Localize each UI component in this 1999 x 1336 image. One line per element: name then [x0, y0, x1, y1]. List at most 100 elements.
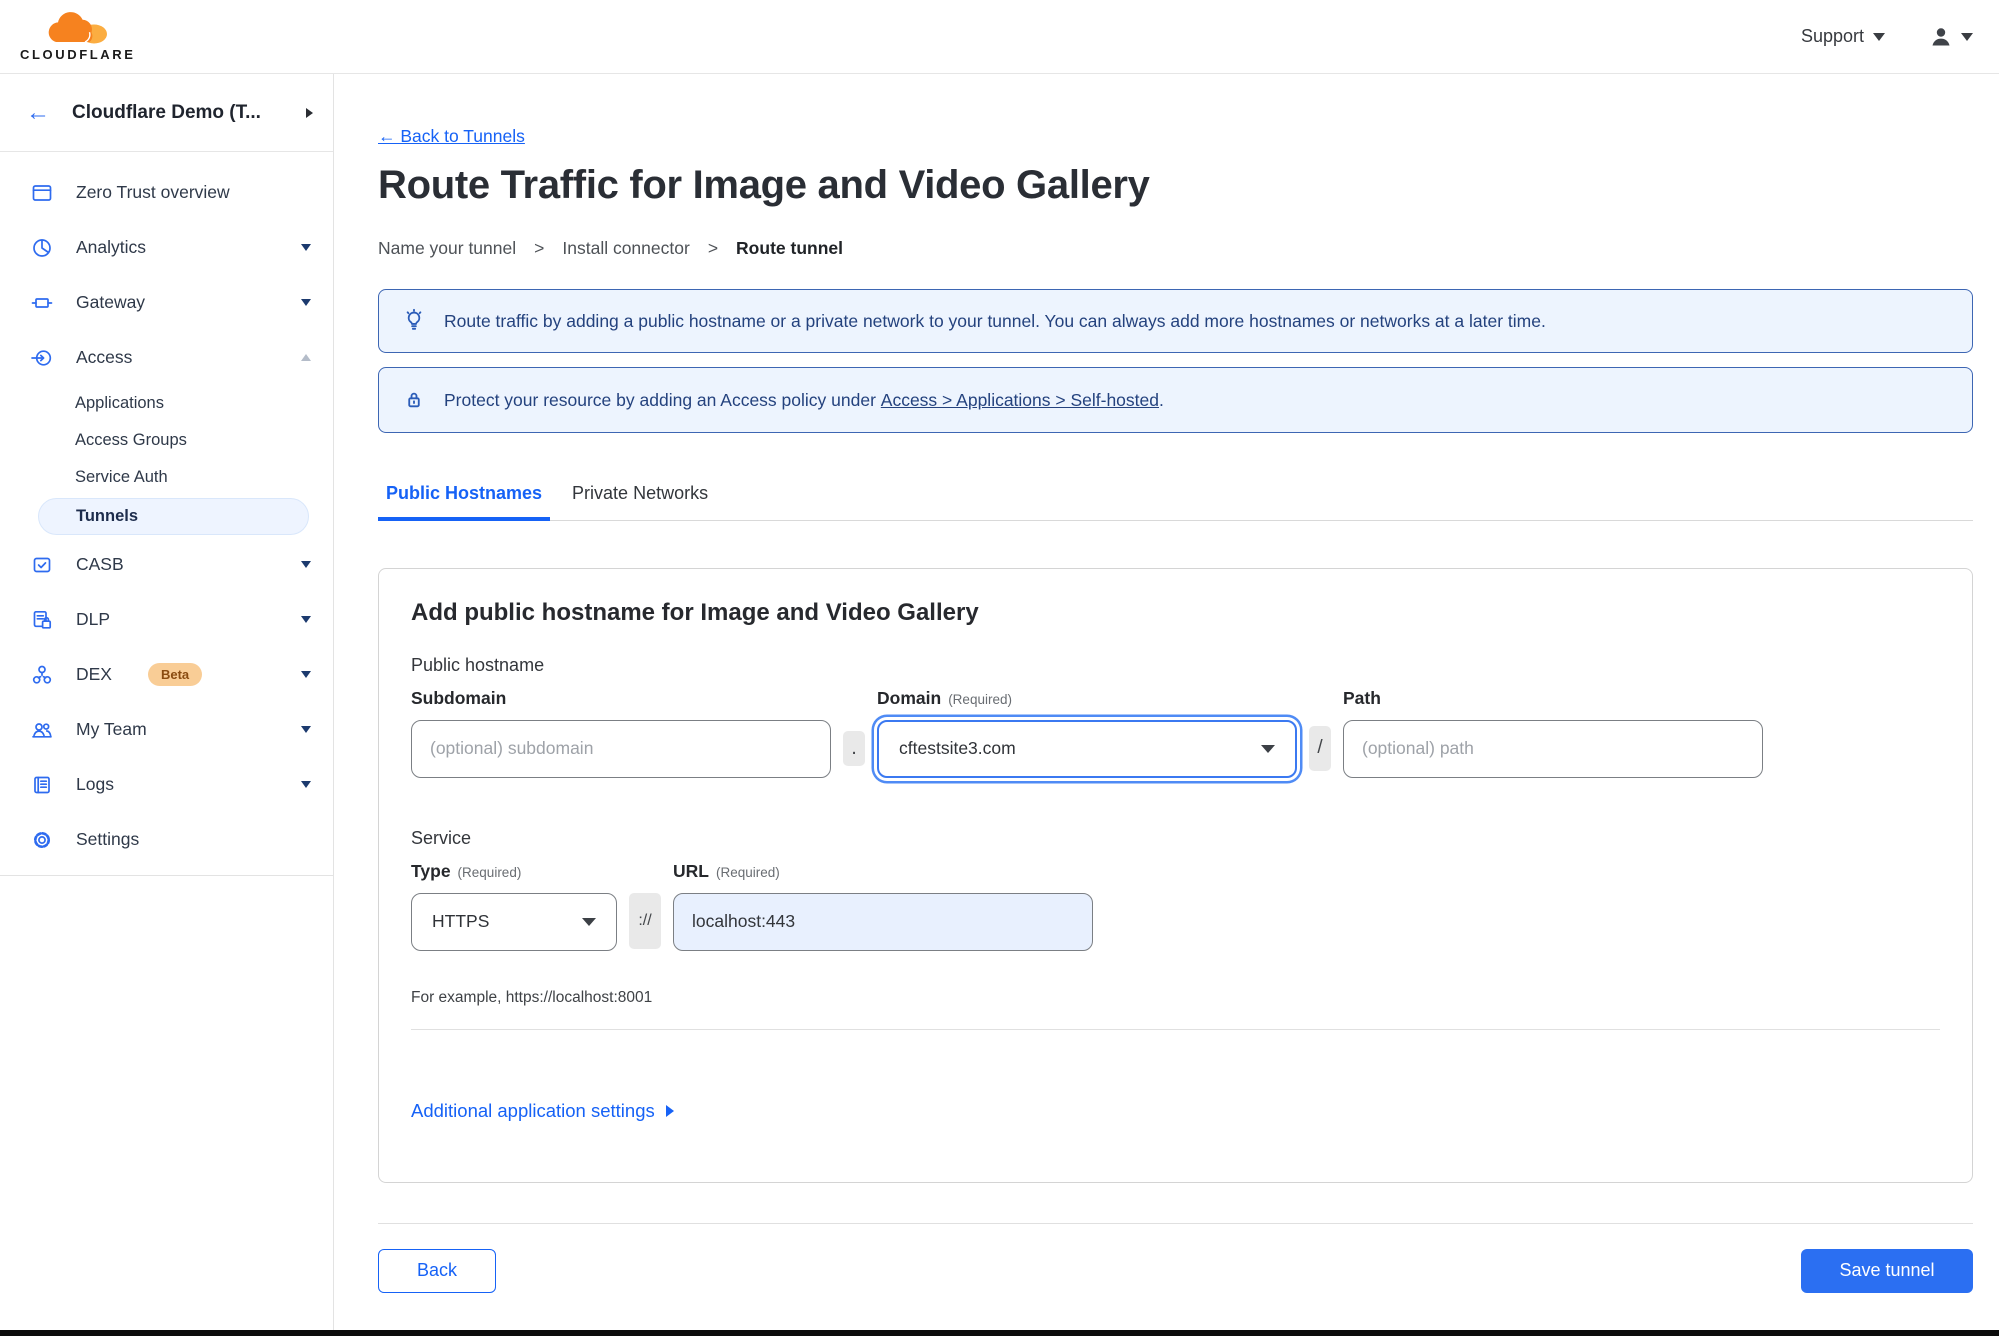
- path-input[interactable]: [1343, 719, 1763, 778]
- sidebar-subitem-service-auth[interactable]: Service Auth: [0, 459, 333, 496]
- footer-actions: Back Save tunnel: [378, 1248, 1973, 1293]
- footer-divider: [378, 1222, 1973, 1224]
- page-title: Route Traffic for Image and Video Galler…: [378, 163, 1150, 207]
- user-icon: [1932, 27, 1950, 45]
- sidebar-item-access[interactable]: Access: [0, 330, 333, 385]
- sidebar-subitem-label: Tunnels: [76, 507, 139, 525]
- sidebar-item-label: Gateway: [76, 292, 146, 312]
- back-to-tunnels-link[interactable]: ← Back to Tunnels: [378, 126, 525, 147]
- sidebar-item-label: Access: [76, 347, 133, 367]
- card-heading: Add public hostname for Image and Video …: [411, 598, 979, 626]
- gear-icon: [33, 831, 51, 848]
- user-menu[interactable]: [1929, 25, 1973, 49]
- type-field-group: Type (Required) HTTPS: [411, 861, 617, 951]
- chevron-down-icon: [1961, 32, 1973, 41]
- cloudflare-cloud-icon: [48, 11, 107, 43]
- step-separator: >: [534, 238, 545, 258]
- chevron-down-icon: [301, 726, 311, 733]
- additional-application-settings-toggle[interactable]: Additional application settings: [411, 1100, 674, 1122]
- access-applications-self-hosted-link[interactable]: Access > Applications > Self-hosted: [881, 390, 1159, 410]
- window-icon: [32, 184, 52, 201]
- team-icon: [32, 722, 52, 738]
- domain-field-group: Domain (Required) cftestsite3.com: [877, 688, 1297, 778]
- domain-selected-value: cftestsite3.com: [899, 738, 1016, 758]
- gateway-icon: [31, 297, 53, 308]
- logs-icon: [34, 776, 50, 793]
- sidebar-item-gateway[interactable]: Gateway: [0, 275, 333, 330]
- sidebar-item-label: Analytics: [76, 237, 147, 257]
- casb-check-icon: [33, 557, 51, 572]
- sidebar-item-logs[interactable]: Logs: [0, 757, 333, 812]
- sidebar-subitem-label: Service Auth: [75, 468, 168, 486]
- sidebar-item-label: CASB: [76, 554, 124, 574]
- sidebar-subitem-tunnels-active[interactable]: Tunnels: [38, 498, 309, 535]
- domain-select[interactable]: cftestsite3.com: [877, 719, 1297, 778]
- account-switcher[interactable]: ← Cloudflare Demo (T...: [0, 74, 333, 152]
- additional-settings-label: Additional application settings: [411, 1099, 655, 1121]
- sidebar-item-settings[interactable]: Settings: [0, 812, 333, 867]
- lock-icon: [408, 392, 420, 408]
- cloudflare-logo[interactable]: CLOUDFLARE: [20, 11, 136, 62]
- sidebar-item-analytics[interactable]: Analytics: [0, 220, 333, 275]
- tab-public-hostnames[interactable]: Public Hostnames: [378, 483, 551, 521]
- wizard-steps: Name your tunnel > Install connector > R…: [378, 238, 1973, 259]
- path-field-group: Path: [1343, 688, 1763, 778]
- required-note: (Required): [715, 864, 780, 880]
- dot-separator: .: [843, 730, 865, 766]
- url-label: URL (Required): [673, 860, 780, 881]
- sidebar-item-label: My Team: [76, 719, 147, 739]
- sidebar-item-dlp[interactable]: DLP: [0, 592, 333, 647]
- support-menu[interactable]: Support: [1801, 26, 1885, 47]
- service-type-select[interactable]: HTTPS: [411, 892, 617, 951]
- add-public-hostname-card: Add public hostname for Image and Video …: [378, 567, 1973, 1183]
- sidebar-divider: [0, 875, 333, 876]
- required-note: (Required): [457, 864, 522, 880]
- sidebar-subitem-label: Applications: [75, 394, 164, 412]
- pie-chart-icon: [33, 238, 51, 257]
- access-arrow-icon: [31, 349, 52, 366]
- lightbulb-icon: [406, 308, 422, 330]
- sidebar-item-label: Logs: [76, 774, 114, 794]
- url-field-group: URL (Required): [673, 861, 1093, 951]
- step-install-connector: Install connector: [562, 238, 690, 258]
- subdomain-label: Subdomain: [411, 687, 507, 708]
- tab-private-networks[interactable]: Private Networks: [564, 483, 716, 520]
- chevron-down-icon: [301, 781, 311, 788]
- sidebar: ← Cloudflare Demo (T... Zero Trust overv…: [0, 74, 334, 1336]
- required-note: (Required): [948, 691, 1012, 707]
- sidebar-item-label: DEX: [76, 664, 112, 684]
- service-url-input[interactable]: [673, 892, 1093, 951]
- service-group-label: Service: [411, 827, 472, 848]
- sidebar-item-zero-trust-overview[interactable]: Zero Trust overview: [0, 165, 333, 220]
- chevron-right-icon: [665, 1104, 674, 1117]
- subdomain-input[interactable]: [411, 719, 831, 778]
- back-arrow-icon[interactable]: ←: [26, 100, 50, 125]
- sidebar-subitem-access-groups[interactable]: Access Groups: [0, 422, 333, 459]
- step-separator: >: [707, 238, 719, 258]
- slash-separator: /: [1309, 725, 1331, 771]
- sidebar-nav: Zero Trust overview Analytics Gateway Ac…: [0, 152, 333, 876]
- type-label: Type (Required): [411, 860, 522, 881]
- chevron-down-icon: [301, 561, 311, 568]
- back-button[interactable]: Back: [378, 1248, 496, 1293]
- sidebar-item-dex[interactable]: DEX Beta: [0, 647, 333, 702]
- sidebar-item-my-team[interactable]: My Team: [0, 702, 333, 757]
- support-label: Support: [1800, 26, 1864, 46]
- hostname-fields-row: Subdomain . Domain(Required) cftestsite3…: [411, 688, 1940, 778]
- chevron-down-icon: [301, 671, 311, 678]
- scheme-separator: ://: [629, 892, 661, 949]
- chevron-right-icon: [306, 107, 313, 118]
- sidebar-item-casb[interactable]: CASB: [0, 537, 333, 592]
- subdomain-field-group: Subdomain: [411, 688, 831, 778]
- chevron-down-icon: [1873, 32, 1885, 41]
- chevron-down-icon: [301, 244, 311, 251]
- save-tunnel-button[interactable]: Save tunnel: [1801, 1248, 1973, 1293]
- document-lock-icon: [33, 610, 52, 629]
- sidebar-subitem-applications[interactable]: Applications: [0, 385, 333, 422]
- public-hostname-group-label: Public hostname: [411, 654, 545, 675]
- sidebar-subitem-label: Access Groups: [75, 431, 187, 449]
- chevron-up-icon: [301, 354, 311, 361]
- top-bar: CLOUDFLARE Support: [0, 0, 1999, 74]
- window-bottom-edge: [0, 1330, 1999, 1336]
- main-content: ← Back to Tunnels Route Traffic for Imag…: [334, 74, 1999, 1336]
